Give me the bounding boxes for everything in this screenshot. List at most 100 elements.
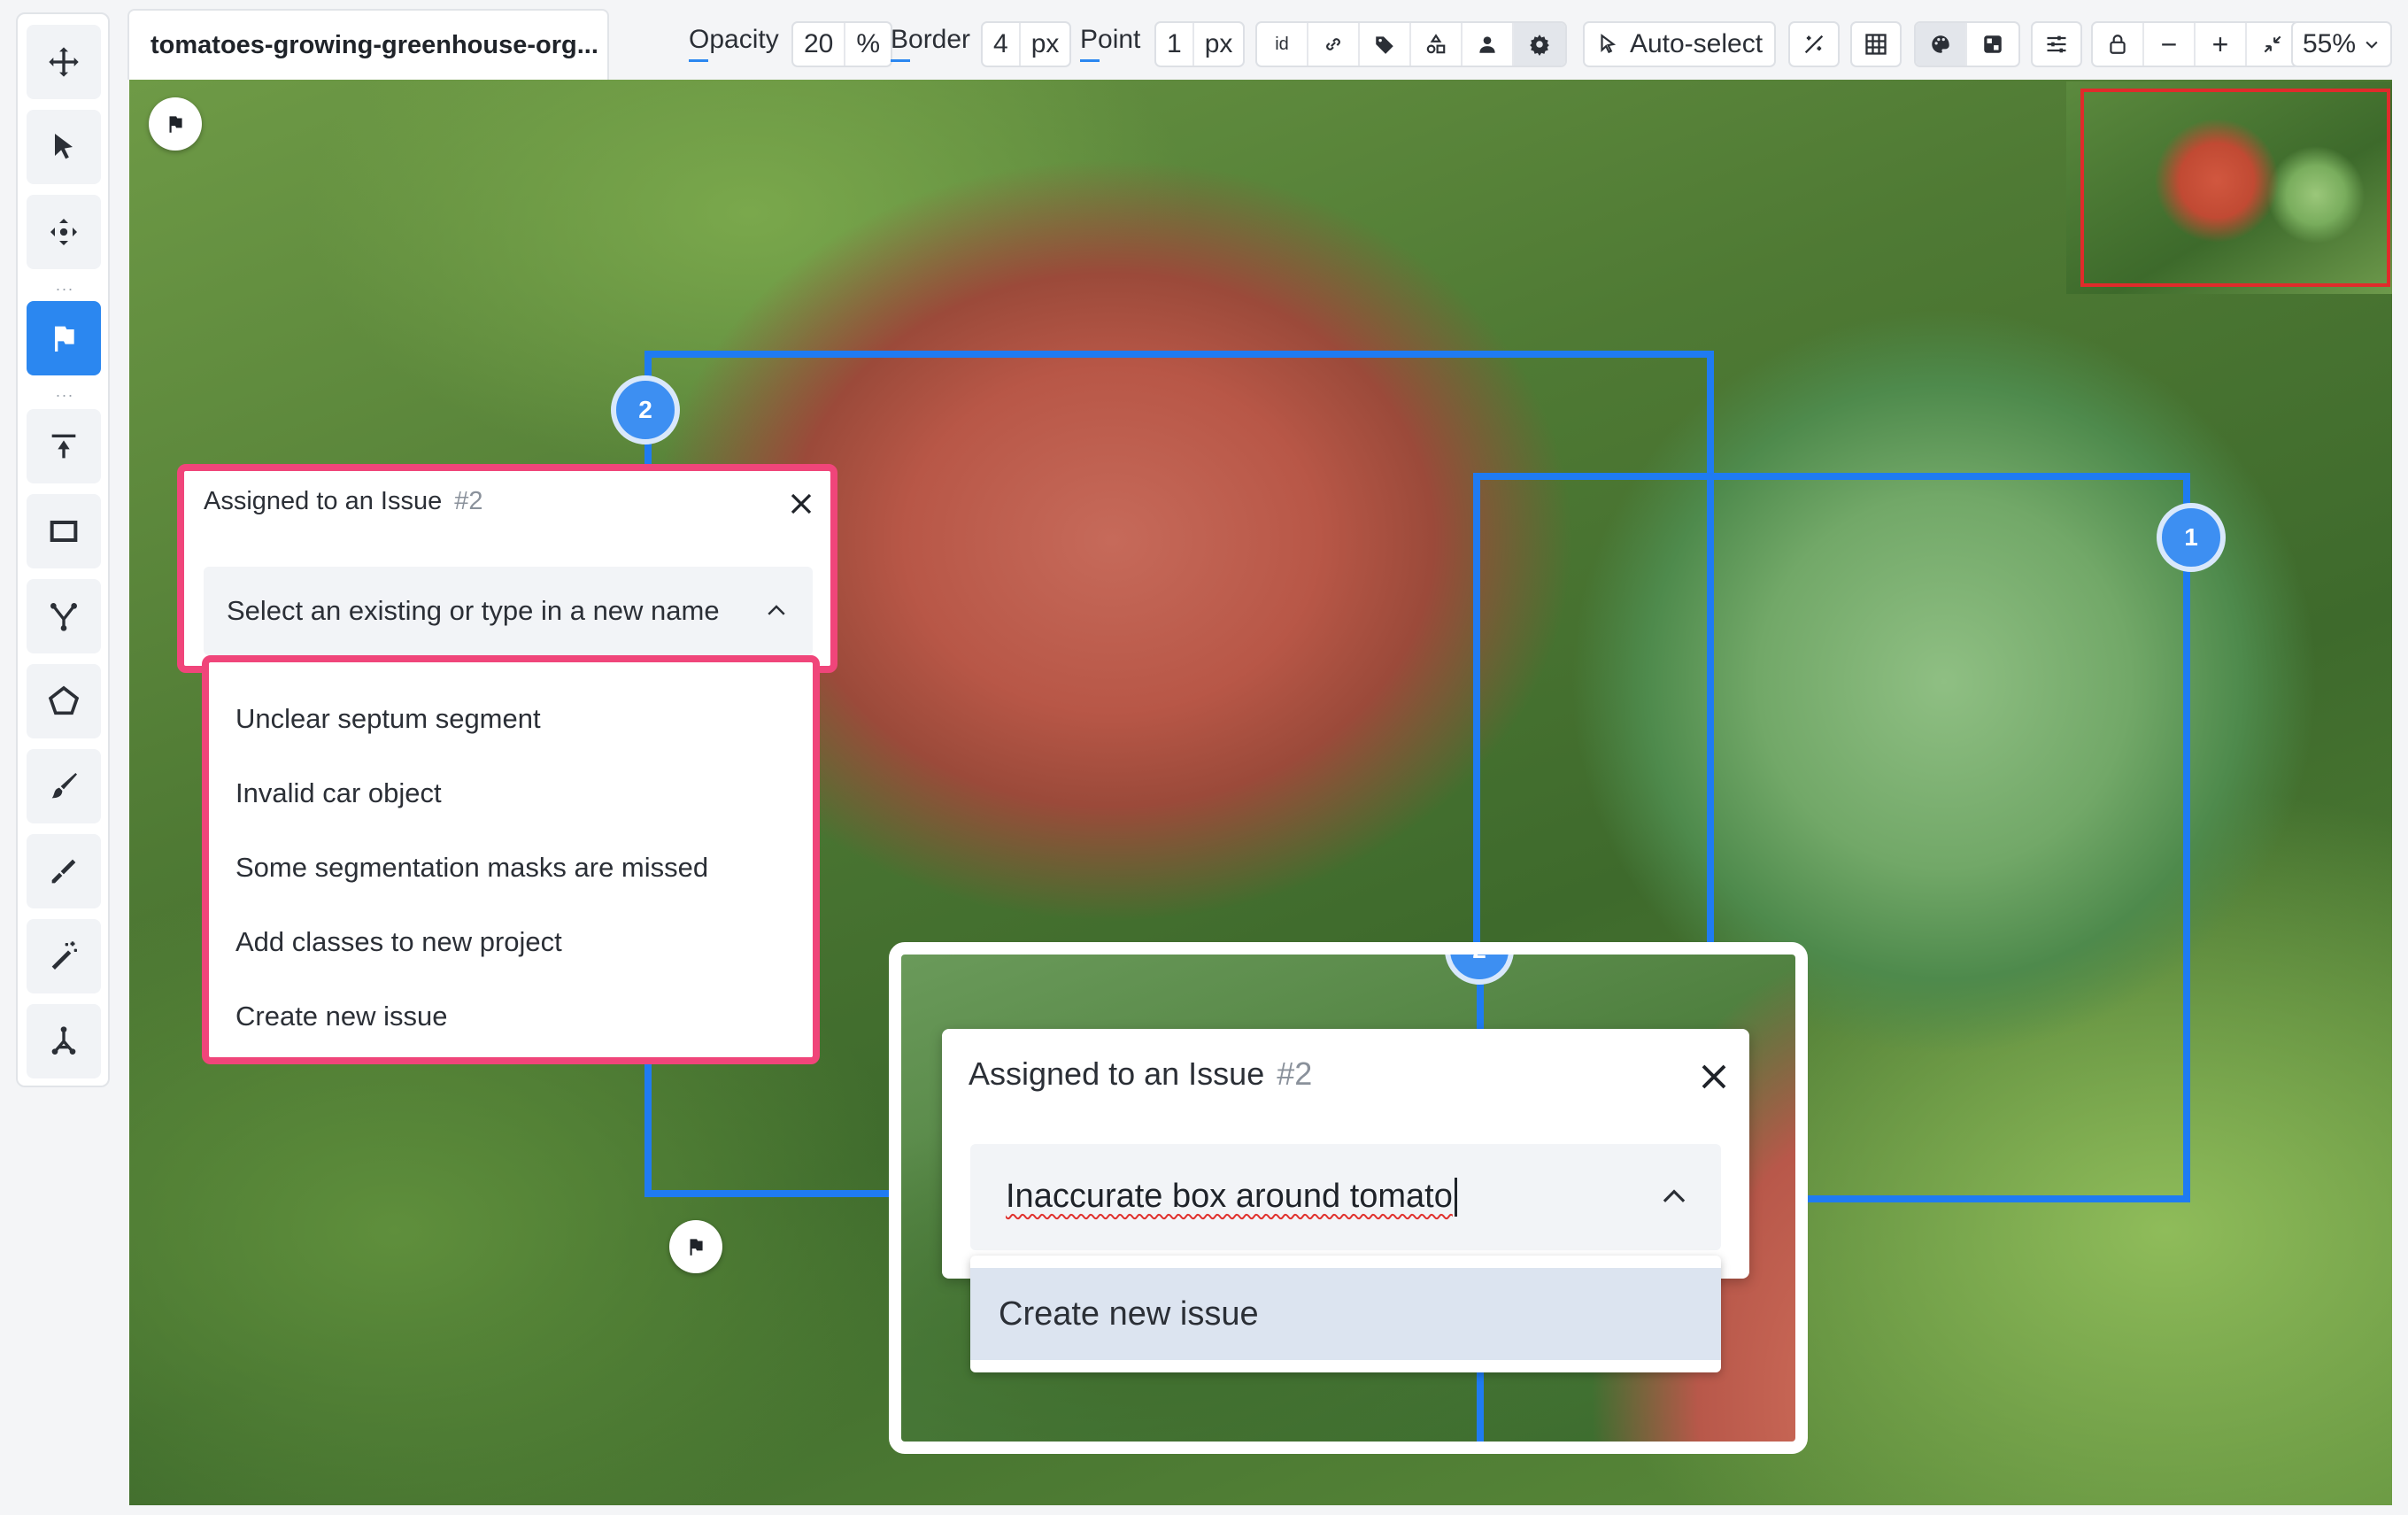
point-label: Point [1080, 25, 1141, 62]
palette-icon [1932, 35, 1949, 53]
annotation-badge-1[interactable]: 1 [2157, 503, 2226, 572]
keypoint-icon [51, 434, 76, 459]
lock-icon [2110, 35, 2126, 54]
border-unit: px [1030, 29, 1060, 58]
popover-title-text: Assigned to an Issue [969, 1055, 1265, 1092]
pan-tool[interactable] [27, 195, 101, 269]
point-value[interactable]: 1 [1156, 23, 1194, 66]
border-label: Border [891, 25, 971, 62]
issue-name-value: Inaccurate box around tomato [1006, 1177, 1453, 1215]
flag-icon [55, 325, 74, 352]
flag-tool[interactable] [27, 301, 101, 375]
tag-button[interactable] [1360, 23, 1411, 66]
popover-title: Assigned to an Issue #2 [969, 1055, 1312, 1093]
point-input[interactable]: 1 px [1154, 21, 1246, 67]
popover-title: Assigned to an Issue #2 [204, 487, 483, 516]
pan-icon [50, 219, 77, 245]
annotation-badge-2: 2 [1445, 955, 1514, 985]
adjustments-button[interactable] [2031, 21, 2082, 67]
zoom-controls: − + [2091, 21, 2300, 67]
border-input[interactable]: 4 px [981, 21, 1072, 67]
issue-select[interactable]: Select an existing or type in a new name [204, 567, 813, 655]
issue-name-input[interactable]: Inaccurate box around tomato [970, 1144, 1721, 1250]
link-button[interactable] [1308, 23, 1360, 66]
brush-tool[interactable] [27, 749, 101, 823]
shapes-icon [1426, 34, 1446, 54]
opacity-unit: % [856, 29, 881, 58]
zoom-select[interactable]: 55% [2291, 21, 2392, 67]
issue-option[interactable]: Invalid car object [209, 756, 813, 831]
show-id-button[interactable]: id [1257, 23, 1308, 66]
chevron-down-icon [2366, 41, 2378, 49]
rectangle-icon [50, 521, 78, 542]
magic-wand-tool[interactable] [27, 919, 101, 993]
annotation-badge-2[interactable]: 2 [611, 375, 680, 444]
tool-panel: ··· ··· [16, 12, 110, 1087]
separator: ··· [55, 280, 74, 298]
issue-option[interactable]: Some segmentation masks are missed [209, 831, 813, 905]
link-icon [1326, 38, 1340, 50]
eraser-tool[interactable] [27, 834, 101, 908]
issue-option[interactable]: Add classes to new project [209, 905, 813, 979]
border-value[interactable]: 4 [983, 23, 1021, 66]
popover-title-text: Assigned to an Issue [204, 487, 443, 515]
view-toggle-group [1914, 21, 2020, 67]
minimap[interactable] [2066, 81, 2392, 294]
tag-icon [1376, 36, 1393, 54]
settings-button[interactable] [1514, 23, 1565, 66]
select-icon [55, 134, 73, 159]
keypoint-tool[interactable] [27, 409, 101, 483]
close-icon[interactable] [1698, 1061, 1730, 1093]
select-tool[interactable] [27, 110, 101, 184]
issue-select-placeholder: Select an existing or type in a new name [227, 595, 720, 626]
opacity-input[interactable]: 20 % [791, 21, 893, 67]
lock-button[interactable] [2093, 23, 2144, 66]
brush-icon [51, 773, 77, 799]
polyline-icon [50, 603, 77, 631]
ai-toggle-button[interactable] [1788, 21, 1840, 67]
polygon-tool[interactable] [27, 664, 101, 738]
chevron-up-icon [768, 605, 785, 615]
separator: ··· [55, 386, 74, 404]
minimap-viewport[interactable] [2080, 89, 2390, 287]
skeleton-tool[interactable] [27, 1004, 101, 1078]
skeleton-icon [51, 1026, 76, 1055]
issue-number: #2 [1277, 1055, 1313, 1092]
magic-wand-icon [51, 941, 77, 970]
label-toggle-group: id [1255, 21, 1567, 67]
opacity-value[interactable]: 20 [793, 23, 846, 66]
polyline-tool[interactable] [27, 579, 101, 653]
close-icon[interactable] [788, 491, 814, 517]
sparkle-slash-icon [1804, 35, 1824, 54]
auto-select-label: Auto-select [1629, 29, 1764, 58]
zoom-value: 55% [2302, 29, 2357, 58]
flag-icon [169, 115, 182, 133]
gear-icon [1530, 35, 1549, 56]
issue-popover-typing: Assigned to an Issue #2 Inaccurate box ar… [942, 1029, 1749, 1279]
issue-suggestion-menu: Create new issue [970, 1256, 1721, 1372]
user-button[interactable] [1463, 23, 1514, 66]
issue-number: #2 [454, 487, 483, 515]
text-caret [1454, 1178, 1457, 1217]
zoom-in-button[interactable]: + [2196, 23, 2247, 66]
zoom-inset: 2 Assigned to an Issue #2 Inaccurate box … [889, 942, 1808, 1454]
grid-button[interactable] [1850, 21, 1902, 67]
file-tab[interactable]: tomatoes-growing-greenhouse-org... [127, 9, 609, 80]
auto-select-button[interactable]: Auto-select [1583, 21, 1776, 67]
user-icon [1479, 36, 1495, 53]
collapse-icon [2264, 35, 2281, 53]
classes-button[interactable] [1411, 23, 1463, 66]
rectangle-tool[interactable] [27, 494, 101, 568]
point-unit: px [1204, 29, 1233, 58]
issue-option[interactable]: Unclear septum segment [209, 682, 813, 756]
move-icon [49, 47, 79, 77]
issue-pin[interactable] [149, 97, 202, 151]
create-issue-option[interactable]: Create new issue [970, 1268, 1721, 1360]
color-mode-button[interactable] [1916, 23, 1967, 66]
zoom-out-button[interactable]: − [2144, 23, 2196, 66]
move-tool[interactable] [27, 25, 101, 99]
sliders-icon [2047, 35, 2066, 53]
pixel-mode-button[interactable] [1967, 23, 2018, 66]
issue-pin[interactable] [669, 1220, 722, 1273]
create-issue-option[interactable]: Create new issue [209, 979, 813, 1054]
